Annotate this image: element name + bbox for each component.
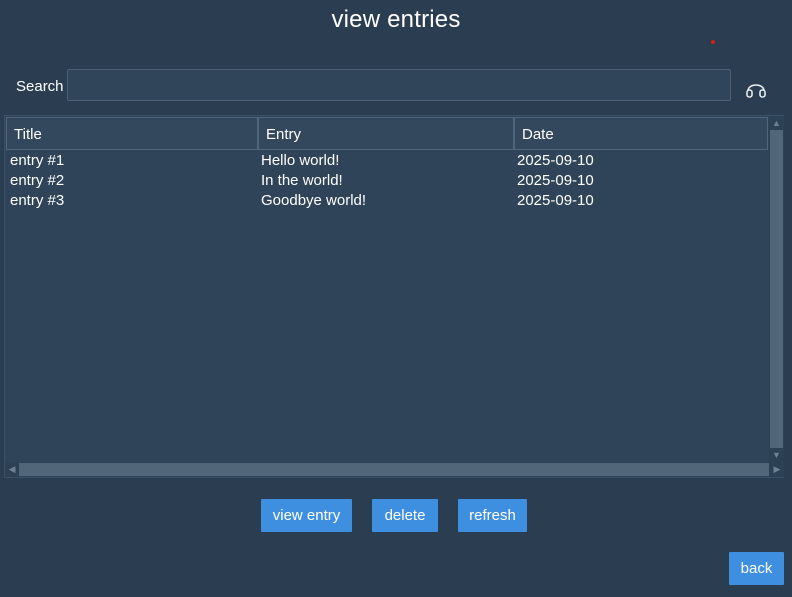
cell-date: 2025-09-10 bbox=[517, 172, 594, 189]
horizontal-scroll-thumb[interactable] bbox=[19, 463, 769, 476]
cell-entry: Hello world! bbox=[261, 152, 340, 169]
headphones-icon[interactable] bbox=[744, 78, 768, 100]
column-header-date[interactable]: Date bbox=[514, 117, 768, 150]
delete-button[interactable]: delete bbox=[372, 499, 438, 532]
scroll-right-icon[interactable]: ▶ bbox=[770, 462, 784, 477]
scroll-down-icon[interactable]: ▼ bbox=[769, 448, 784, 462]
search-input[interactable] bbox=[67, 69, 731, 101]
vertical-scrollbar[interactable]: ▲ ▼ bbox=[769, 116, 784, 462]
column-header-entry[interactable]: Entry bbox=[258, 117, 514, 150]
cell-date: 2025-09-10 bbox=[517, 152, 594, 169]
horizontal-scrollbar[interactable]: ◀ ▶ bbox=[5, 462, 784, 477]
cell-entry: Goodbye world! bbox=[261, 192, 367, 209]
indicator-dot bbox=[711, 40, 715, 44]
entries-table: Title Entry Date entry #1 Hello world! 2… bbox=[4, 115, 784, 478]
back-button[interactable]: back bbox=[729, 552, 784, 585]
cell-entry: In the world! bbox=[261, 172, 343, 189]
refresh-button[interactable]: refresh bbox=[458, 499, 527, 532]
table-row[interactable]: entry #2 In the world! 2025-09-10 bbox=[6, 172, 768, 192]
view-entries-window: view entries Search Title Entry Date ent… bbox=[0, 0, 792, 597]
table-body: entry #1 Hello world! 2025-09-10 entry #… bbox=[6, 152, 768, 212]
column-header-title[interactable]: Title bbox=[6, 117, 258, 150]
table-row[interactable]: entry #3 Goodbye world! 2025-09-10 bbox=[6, 192, 768, 212]
cell-title: entry #2 bbox=[10, 172, 65, 189]
cell-date: 2025-09-10 bbox=[517, 192, 594, 209]
cell-title: entry #1 bbox=[10, 152, 65, 169]
search-label: Search bbox=[16, 78, 64, 95]
cell-title: entry #3 bbox=[10, 192, 65, 209]
table-row[interactable]: entry #1 Hello world! 2025-09-10 bbox=[6, 152, 768, 172]
page-title: view entries bbox=[331, 6, 461, 33]
table-header: Title Entry Date bbox=[6, 117, 768, 150]
vertical-scroll-thumb[interactable] bbox=[770, 130, 783, 448]
scroll-left-icon[interactable]: ◀ bbox=[5, 462, 19, 477]
view-entry-button[interactable]: view entry bbox=[261, 499, 352, 532]
scroll-up-icon[interactable]: ▲ bbox=[769, 116, 784, 130]
